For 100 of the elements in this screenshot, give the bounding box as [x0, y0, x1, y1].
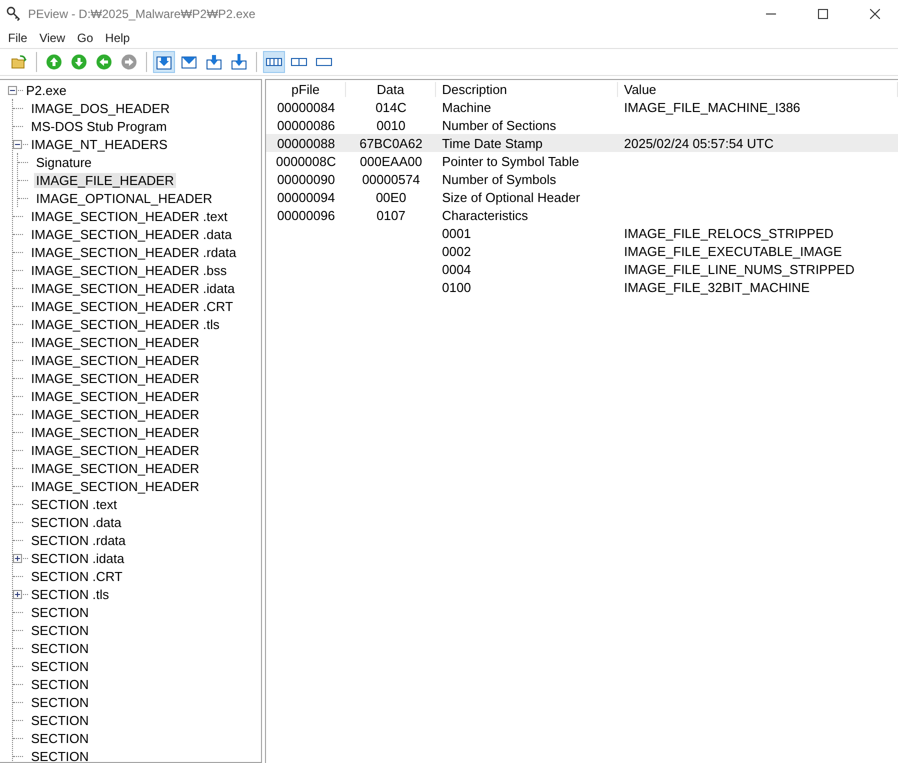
plus-icon	[14, 590, 21, 598]
tree-item[interactable]: SECTION .tls	[29, 586, 112, 602]
table-row[interactable]: 0000008C 000EAA00 Pointer to Symbol Table	[266, 152, 898, 170]
tree-item[interactable]: IMAGE_SECTION_HEADER	[29, 388, 202, 404]
toolbar-button[interactable]	[263, 51, 285, 73]
tree-item[interactable]: IMAGE_SECTION_HEADER	[29, 478, 202, 494]
table-cell-text: 00000084	[276, 100, 336, 114]
tree-item[interactable]: IMAGE_SECTION_HEADER .text	[29, 208, 230, 224]
tree-item[interactable]: IMAGE_SECTION_HEADER .bss	[29, 262, 229, 278]
table-cell-text: 0000008C	[275, 154, 337, 168]
tree-item[interactable]: IMAGE_SECTION_HEADER .tls	[29, 316, 222, 332]
tree-item[interactable]: IMAGE_SECTION_HEADER	[29, 334, 202, 350]
tree-item[interactable]: SECTION .CRT	[29, 568, 124, 584]
menu-item[interactable]: Go	[71, 31, 100, 45]
tree-item[interactable]: SECTION	[29, 748, 91, 762]
columns-view-icon	[266, 58, 282, 66]
table-row[interactable]: 00000096 0107 Characteristics	[266, 206, 898, 224]
table-cell-text: Characteristics	[441, 208, 529, 222]
plus-icon	[14, 554, 21, 562]
tree-item[interactable]: SECTION	[29, 640, 91, 656]
expand-toggle[interactable]	[13, 590, 22, 598]
tree-item[interactable]: IMAGE_DOS_HEADER	[29, 100, 172, 116]
table-cell-text: 67BC0A62	[358, 136, 424, 150]
tree-item[interactable]: SECTION .idata	[29, 550, 126, 566]
table-row[interactable]: 0001 IMAGE_FILE_RELOCS_STRIPPED	[266, 224, 898, 242]
menu-item[interactable]: File	[2, 31, 34, 45]
column-header[interactable]: Value	[618, 82, 898, 96]
tree-item[interactable]: SECTION	[29, 712, 91, 728]
column-header[interactable]: Description	[436, 82, 618, 96]
table-cell-text: 0004	[441, 262, 472, 276]
tree-item[interactable]: SECTION	[29, 622, 91, 638]
tree-item[interactable]: SECTION .rdata	[29, 532, 128, 548]
tree-item[interactable]: IMAGE_SECTION_HEADER	[29, 352, 202, 368]
collapse-toggle[interactable]	[8, 86, 17, 94]
table-cell-text: 0001	[441, 226, 472, 240]
tree-item[interactable]: IMAGE_SECTION_HEADER .rdata	[29, 244, 238, 260]
tree-item[interactable]: IMAGE_SECTION_HEADER .CRT	[29, 298, 236, 314]
tree-item[interactable]: SECTION	[29, 676, 91, 692]
download-box-icon	[156, 54, 172, 70]
maximize-icon	[818, 9, 828, 19]
table-cell-text: Size of Optional Header	[441, 190, 582, 204]
tree-item[interactable]: IMAGE_SECTION_HEADER .idata	[29, 280, 237, 296]
table-cell-text: IMAGE_FILE_MACHINE_I386	[623, 100, 802, 114]
tree-item[interactable]: SECTION .data	[29, 514, 124, 530]
table-cell-text: 0100	[441, 280, 472, 294]
menu-item[interactable]: View	[33, 31, 72, 45]
tree-item[interactable]: IMAGE_SECTION_HEADER	[29, 460, 202, 476]
table-row[interactable]: 0004 IMAGE_FILE_LINE_NUMS_STRIPPED	[266, 260, 898, 278]
tree-item[interactable]: SECTION	[29, 730, 91, 746]
tree-item[interactable]: IMAGE_SECTION_HEADER	[29, 442, 202, 458]
table-row[interactable]: 00000088 67BC0A62 Time Date Stamp 2025/02/24 05:57:54 UTC	[266, 134, 898, 152]
tree-item[interactable]: Signature	[34, 154, 94, 170]
table-cell-text: Machine	[441, 100, 492, 114]
tree-item[interactable]: SECTION .text	[29, 496, 119, 512]
tree-item[interactable]: IMAGE_SECTION_HEADER	[29, 406, 202, 422]
tree-item[interactable]: IMAGE_FILE_HEADER	[34, 172, 176, 188]
expand-toggle[interactable]	[13, 554, 22, 562]
window-title: PEview - D:₩2025_Malware₩P2₩P2.exe	[28, 7, 256, 21]
tree-item[interactable]: IMAGE_SECTION_HEADER .data	[29, 226, 234, 242]
collapse-toggle[interactable]	[13, 140, 22, 148]
column-header[interactable]: pFile	[266, 82, 346, 96]
envelope-icon	[181, 54, 197, 70]
table-cell-text: IMAGE_FILE_32BIT_MACHINE	[623, 280, 811, 294]
tree-item[interactable]: IMAGE_NT_HEADERS	[29, 136, 170, 152]
table-row[interactable]: 00000084 014C Machine IMAGE_FILE_MACHINE_I386	[266, 98, 898, 116]
arrow-box-icon	[206, 54, 222, 70]
table-row[interactable]: 0002 IMAGE_FILE_EXECUTABLE_IMAGE	[266, 242, 898, 260]
table-cell-text: 00000574	[361, 172, 421, 186]
app-icon	[6, 6, 22, 22]
tree-item[interactable]: IMAGE_OPTIONAL_HEADER	[34, 190, 214, 206]
table-cell-text: 014C	[374, 100, 408, 114]
tree-item[interactable]: MS-DOS Stub Program	[29, 118, 169, 134]
arrow-box-icon	[231, 54, 247, 70]
tree-item[interactable]: SECTION	[29, 658, 91, 674]
table-cell-text: IMAGE_FILE_RELOCS_STRIPPED	[623, 226, 835, 240]
tree-item[interactable]: P2.exe	[24, 82, 68, 98]
table-cell-text: IMAGE_FILE_LINE_NUMS_STRIPPED	[623, 262, 856, 276]
table-row[interactable]: 00000086 0010 Number of Sections	[266, 116, 898, 134]
table-cell-text: 00000094	[276, 190, 336, 204]
table-cell-text: Number of Symbols	[441, 172, 558, 186]
single-view-icon	[316, 58, 332, 66]
tree-item[interactable]: IMAGE_SECTION_HEADER	[29, 370, 202, 386]
table-cell-text: 000EAA00	[358, 154, 424, 168]
table-cell-text: 0107	[376, 208, 406, 222]
menu-item[interactable]: Help	[99, 31, 136, 45]
table-row[interactable]: 00000094 00E0 Size of Optional Header	[266, 188, 898, 206]
table-cell-text: 00E0	[374, 190, 408, 204]
toolbar-button[interactable]	[153, 51, 175, 73]
table-cell-text: IMAGE_FILE_EXECUTABLE_IMAGE	[623, 244, 843, 258]
table-cell-text: 00000096	[276, 208, 336, 222]
column-header[interactable]: Data	[346, 82, 436, 96]
close-icon	[870, 9, 880, 19]
table-row[interactable]: 00000090 00000574 Number of Symbols	[266, 170, 898, 188]
columns-view-icon	[291, 58, 307, 66]
table-cell-text: Number of Sections	[441, 118, 558, 132]
tree-item[interactable]: SECTION	[29, 604, 91, 620]
tree-item[interactable]: SECTION	[29, 694, 91, 710]
table-cell-text: 00000090	[276, 172, 336, 186]
table-row[interactable]: 0100 IMAGE_FILE_32BIT_MACHINE	[266, 278, 898, 296]
tree-item[interactable]: IMAGE_SECTION_HEADER	[29, 424, 202, 440]
